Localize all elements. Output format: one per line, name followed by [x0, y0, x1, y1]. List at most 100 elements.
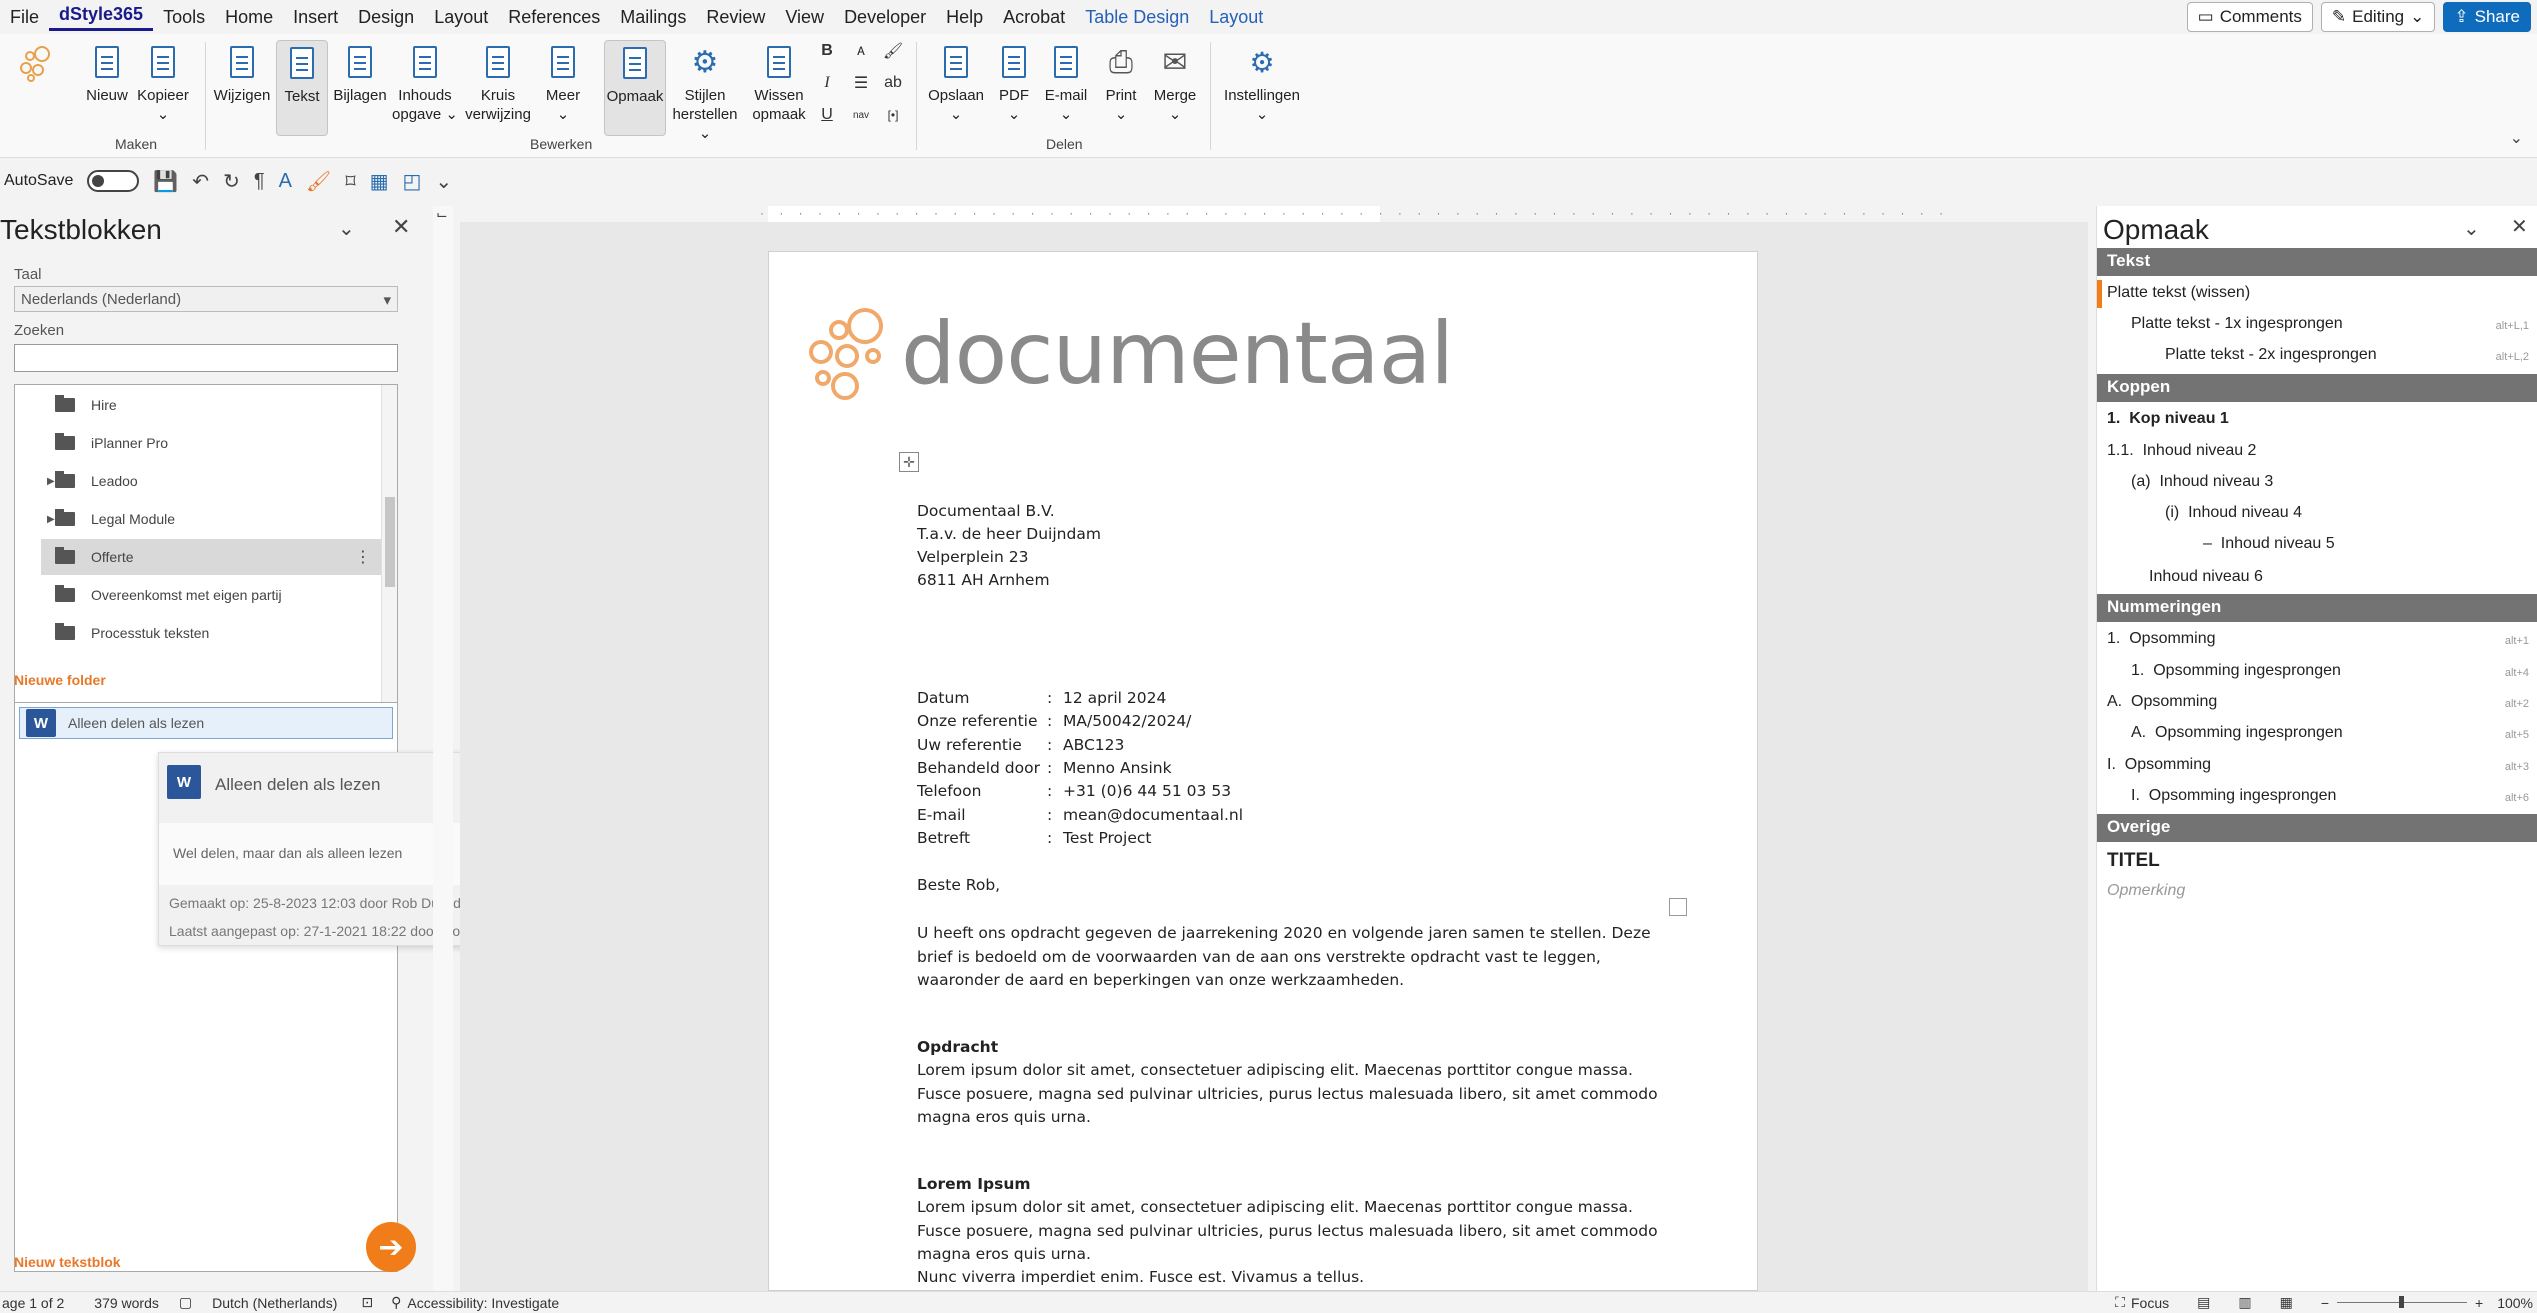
style-item[interactable]: I. Opsomming: [2107, 756, 2211, 774]
style-item[interactable]: Inhoud niveau 6: [2149, 568, 2263, 586]
tree-item[interactable]: Hire: [25, 387, 365, 423]
table-move-handle-icon[interactable]: ✛: [899, 452, 919, 472]
tree-item[interactable]: iPlanner Pro: [25, 425, 365, 461]
style-item[interactable]: 1. Kop niveau 1: [2107, 410, 2229, 428]
style-item[interactable]: 1. Opsomming ingesprongen: [2131, 662, 2341, 680]
menu-table-design[interactable]: Table Design: [1075, 7, 1199, 28]
italic-button[interactable]: I: [814, 70, 840, 96]
menu-tools[interactable]: Tools: [153, 7, 215, 28]
field-code-icon[interactable]: [•]: [880, 102, 906, 128]
style-icon[interactable]: A: [279, 170, 292, 193]
autosave-toggle[interactable]: [87, 170, 140, 192]
inhoudsopgave-button[interactable]: Inhouds opgave ⌄: [392, 40, 458, 124]
zoom-slider[interactable]: [2337, 1296, 2467, 1308]
share-button[interactable]: ⇪ Share: [2443, 2, 2531, 32]
menu-dstyle365[interactable]: dStyle365: [49, 4, 154, 31]
page-count[interactable]: age 1 of 2: [2, 1295, 64, 1311]
style-item-titel[interactable]: TITEL: [2107, 850, 2160, 872]
redo-icon[interactable]: ↻: [223, 169, 240, 194]
style-item[interactable]: Platte tekst - 2x ingesprongen: [2165, 346, 2377, 364]
pdf-button[interactable]: PDF ⌄: [992, 40, 1036, 124]
kopieer-button[interactable]: Kopieer ⌄: [134, 40, 192, 124]
macro-icon[interactable]: ⊡: [361, 1294, 373, 1311]
tree-item[interactable]: ▶ Legal Module: [25, 501, 365, 537]
table-icon[interactable]: ▦: [370, 169, 389, 194]
zoom-slider-thumb[interactable]: [2399, 1296, 2404, 1308]
print-button[interactable]: ⎙ Print ⌄: [1096, 40, 1146, 124]
style-item[interactable]: (a) Inhoud niveau 3: [2131, 473, 2273, 491]
underline-button[interactable]: U: [814, 102, 840, 128]
menu-layout[interactable]: Layout: [424, 7, 498, 28]
close-icon[interactable]: ✕: [2511, 214, 2528, 239]
insert-arrow-button[interactable]: ➔: [366, 1222, 416, 1272]
menu-table-layout[interactable]: Layout: [1199, 7, 1273, 28]
tree-item[interactable]: Processtuk teksten: [25, 615, 365, 651]
comments-button[interactable]: ▭ Comments: [2186, 2, 2313, 32]
editing-button[interactable]: ✎ Editing ⌄: [2320, 2, 2436, 32]
style-item[interactable]: 1.1. Inhoud niveau 2: [2107, 442, 2256, 460]
opslaan-button[interactable]: Opslaan ⌄: [924, 40, 988, 124]
style-item[interactable]: – Inhoud niveau 5: [2203, 535, 2335, 553]
close-icon[interactable]: ✕: [392, 214, 410, 240]
style-item[interactable]: I. Opsomming ingesprongen: [2131, 787, 2336, 805]
email-button[interactable]: E-mail ⌄: [1040, 40, 1092, 124]
opmaak-button[interactable]: Opmaak: [604, 40, 666, 136]
pilcrow-icon[interactable]: ¶: [254, 170, 265, 193]
zoom-level[interactable]: 100%: [2497, 1295, 2533, 1311]
menu-insert[interactable]: Insert: [283, 7, 348, 28]
menu-references[interactable]: References: [498, 7, 610, 28]
menu-review[interactable]: Review: [696, 7, 775, 28]
brush-icon[interactable]: 🖌: [306, 169, 331, 194]
taal-select[interactable]: Nederlands (Nederland) ▾: [14, 286, 398, 312]
menu-view[interactable]: View: [775, 7, 834, 28]
style-item[interactable]: Platte tekst - 1x ingesprongen: [2131, 315, 2343, 333]
word-count[interactable]: 379 words: [94, 1295, 159, 1311]
meer-button[interactable]: Meer ⌄: [538, 40, 588, 124]
menu-file[interactable]: File: [0, 7, 49, 28]
format-painter-icon[interactable]: 🖌: [880, 38, 906, 64]
save-icon[interactable]: 💾: [153, 169, 178, 194]
focus-button[interactable]: Focus: [2131, 1295, 2169, 1311]
style-item[interactable]: Platte tekst (wissen): [2107, 284, 2250, 302]
tree-item[interactable]: ▶ Leadoo: [25, 463, 365, 499]
print-layout-icon[interactable]: ▥: [2238, 1294, 2251, 1311]
undo-icon[interactable]: ↶: [192, 169, 209, 194]
wijzigen-button[interactable]: Wijzigen: [212, 40, 272, 105]
chevron-down-icon[interactable]: ⌄: [338, 216, 355, 241]
list-item-selected[interactable]: W Alleen delen als lezen: [19, 707, 393, 739]
document-page[interactable]: documentaal ✛ Documentaal B.V. T.a.v. de…: [768, 251, 1758, 1291]
replace-icon[interactable]: ab: [880, 70, 906, 96]
style-item[interactable]: A. Opsomming: [2107, 693, 2217, 711]
list-icon[interactable]: ☰: [848, 70, 874, 96]
search-input[interactable]: [14, 344, 398, 372]
read-mode-icon[interactable]: ▤: [2197, 1294, 2210, 1311]
zoom-out-icon[interactable]: −: [2321, 1295, 2329, 1311]
proofing-icon[interactable]: ▢: [179, 1294, 192, 1311]
instellingen-button[interactable]: ⚙ Instellingen ⌄: [1220, 40, 1304, 124]
tree-item[interactable]: Overeenkomst met eigen partij: [25, 577, 365, 613]
style-item[interactable]: (i) Inhoud niveau 4: [2165, 504, 2302, 522]
menu-home[interactable]: Home: [215, 7, 283, 28]
menu-developer[interactable]: Developer: [834, 7, 936, 28]
nieuw-button[interactable]: Nieuw: [82, 40, 132, 105]
scrollbar-thumb[interactable]: [385, 497, 395, 587]
more-options-icon[interactable]: ⋮: [355, 547, 371, 567]
kruisverwijzing-button[interactable]: Kruis verwijzing: [462, 40, 534, 124]
expand-icon[interactable]: ▶: [47, 476, 55, 487]
nieuwe-folder-link[interactable]: Nieuwe folder: [14, 672, 106, 688]
nieuw-tekstblok-link[interactable]: Nieuw tekstblok: [14, 1254, 121, 1270]
chevron-down-icon[interactable]: ⌄: [2463, 216, 2480, 241]
style-item[interactable]: 1. Opsomming: [2107, 630, 2215, 648]
menu-mailings[interactable]: Mailings: [610, 7, 696, 28]
bijlagen-button[interactable]: Bijlagen: [330, 40, 390, 105]
menu-design[interactable]: Design: [348, 7, 424, 28]
table-resize-handle[interactable]: [1669, 898, 1687, 916]
bookmark-icon[interactable]: ⌑: [345, 169, 355, 194]
case-icon[interactable]: ᴀ: [848, 38, 874, 64]
merge-button[interactable]: ✉ Merge ⌄: [1148, 40, 1202, 124]
expand-icon[interactable]: ▶: [47, 514, 55, 525]
nav-icon[interactable]: nav: [848, 102, 874, 128]
ribbon-collapse-icon[interactable]: ⌄: [2510, 128, 2523, 148]
wissen-opmaak-button[interactable]: Wissen opmaak: [746, 40, 812, 124]
accessibility-status[interactable]: Accessibility: Investigate: [407, 1295, 559, 1311]
